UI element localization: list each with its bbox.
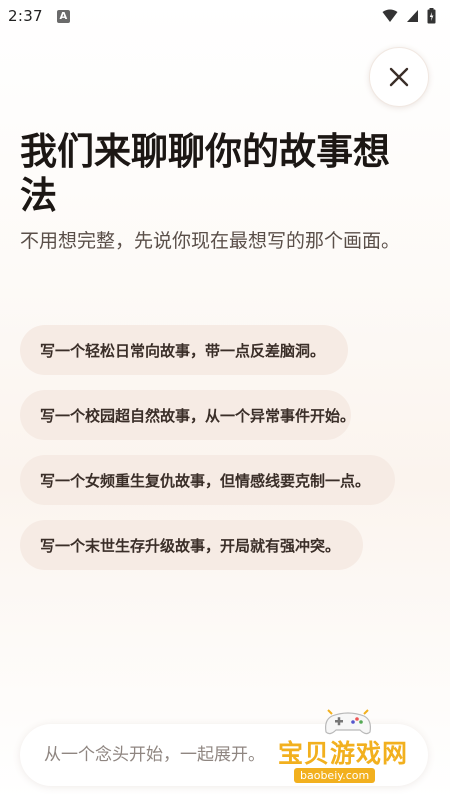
status-right [382,8,436,24]
close-button[interactable] [369,47,429,107]
signal-icon [382,9,398,22]
watermark-logo: 宝贝游戏网 baobeiy.com [278,708,428,788]
suggestion-chip[interactable]: 写一个女频重生复仇故事，但情感线要克制一点。 [20,455,395,505]
page-subtitle: 不用想完整，先说你现在最想写的那个画面。 [20,230,401,252]
cellular-icon [407,10,418,22]
page-title: 我们来聊聊你的故事想法 [20,130,390,217]
status-time: 2:37 [8,7,43,25]
suggestion-chip[interactable]: 写一个轻松日常向故事，带一点反差脑洞。 [20,325,348,375]
suggestion-chip[interactable]: 写一个校园超自然故事，从一个异常事件开始。 [20,390,355,440]
watermark-text: 宝贝游戏网 [278,739,409,768]
suggestion-chip[interactable]: 写一个末世生存升级故事，开局就有强冲突。 [20,520,363,570]
status-bar: 2:37 A [0,0,450,32]
close-icon [389,67,409,87]
app-notification-icon: A [56,9,70,23]
watermark-url: baobeiy.com [294,768,376,783]
status-left: 2:37 A [8,7,70,25]
battery-icon [427,8,436,24]
